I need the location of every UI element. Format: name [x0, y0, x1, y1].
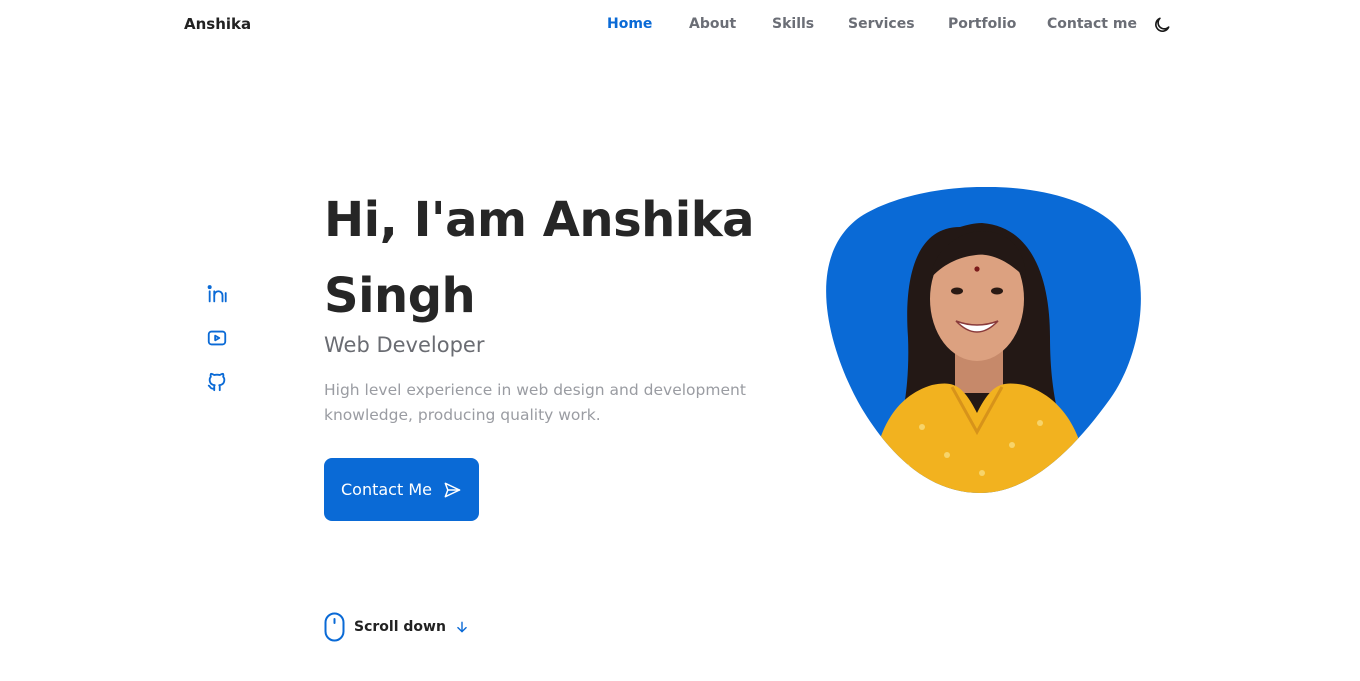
moon-icon[interactable] — [1152, 15, 1172, 35]
hero-description: High level experience in web design and … — [324, 381, 746, 424]
hero-title-line2: Singh — [324, 268, 476, 324]
github-icon[interactable] — [206, 371, 228, 393]
hero-title-line1: Hi, I'am Anshika — [324, 192, 755, 248]
hero-title: Hi, I'am Anshika Singh — [324, 182, 784, 334]
arrow-down-icon — [457, 621, 467, 633]
send-icon — [444, 482, 461, 497]
nav-contact[interactable]: Contact me — [1047, 16, 1137, 32]
mouse-icon — [324, 612, 345, 642]
linkedin-icon[interactable] — [206, 283, 228, 305]
scroll-down-label: Scroll down — [354, 619, 446, 635]
nav-about[interactable]: About — [689, 16, 736, 32]
nav-portfolio[interactable]: Portfolio — [948, 16, 1016, 32]
youtube-icon[interactable] — [206, 327, 228, 349]
site-header: Anshika Home About Skills Services Portf… — [0, 0, 1360, 50]
nav-services[interactable]: Services — [848, 16, 915, 32]
nav-skills[interactable]: Skills — [772, 16, 814, 32]
nav-home[interactable]: Home — [607, 16, 652, 32]
contact-me-label: Contact Me — [341, 480, 432, 499]
contact-me-button[interactable]: Contact Me — [324, 458, 479, 521]
hero-subtitle: Web Developer — [324, 333, 485, 357]
profile-photo-blob — [812, 187, 1142, 495]
scroll-down-link[interactable]: Scroll down — [324, 612, 469, 642]
